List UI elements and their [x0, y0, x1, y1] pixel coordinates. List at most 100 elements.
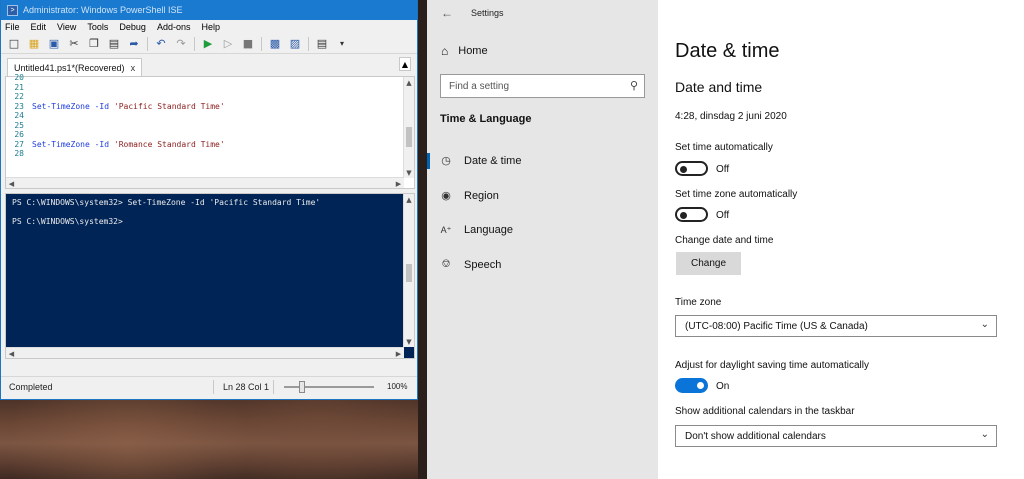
- calendars-value: Don't show additional calendars: [685, 430, 826, 442]
- microphone-icon: ⎊: [441, 258, 451, 270]
- status-separator: [273, 380, 274, 394]
- cursor-position: Ln 28 Col 1: [223, 382, 270, 392]
- section-subtitle: Date and time: [675, 79, 763, 95]
- nav-item-date-time[interactable]: ◷ Date & time: [440, 154, 521, 168]
- clear-console-icon[interactable]: ➦: [127, 37, 141, 51]
- status-separator: [213, 380, 214, 394]
- zoom-slider-track[interactable]: [284, 386, 374, 388]
- powershell-icon: >: [7, 4, 18, 16]
- menu-view[interactable]: View: [57, 22, 76, 32]
- start-powershell-icon[interactable]: ▨: [288, 37, 302, 51]
- scroll-thumb[interactable]: [406, 127, 412, 147]
- stop-icon[interactable]: ■: [241, 37, 255, 51]
- line-number: 24: [14, 111, 24, 120]
- scroll-up-icon[interactable]: ▲: [404, 194, 414, 205]
- close-icon[interactable]: x: [131, 63, 136, 73]
- timezone-value: (UTC-08:00) Pacific Time (US & Canada): [685, 320, 868, 332]
- menu-help[interactable]: Help: [201, 22, 220, 32]
- ise-title: Administrator: Windows PowerShell ISE: [23, 5, 183, 15]
- console-horizontal-scrollbar[interactable]: ◀ ▶: [6, 347, 404, 358]
- line-number: 28: [14, 149, 24, 158]
- ise-toolbar: □ ▦ ▣ ✂ ❐ ▤ ➦ ↶ ↷ ▶ ▷ ■ ▩ ▨ ▤ ▾: [1, 34, 417, 54]
- ise-status-bar: Completed Ln 28 Col 1 100%: [1, 376, 417, 396]
- settings-search-box[interactable]: Find a setting ⚲: [440, 74, 645, 98]
- menu-tools[interactable]: Tools: [87, 22, 108, 32]
- dst-state: On: [716, 381, 730, 392]
- ise-menu-bar: File Edit View Tools Debug Add-ons Help: [1, 20, 417, 34]
- zoom-slider-thumb[interactable]: [299, 381, 305, 393]
- scroll-left-icon[interactable]: ◀: [6, 178, 17, 189]
- page-title: Date & time: [675, 40, 780, 62]
- paste-icon[interactable]: ▤: [107, 37, 121, 51]
- toolbar-separator: [261, 36, 262, 51]
- scroll-left-icon[interactable]: ◀: [6, 348, 17, 359]
- editor-horizontal-scrollbar[interactable]: ◀ ▶: [6, 177, 404, 188]
- nav-home-label: Home: [458, 45, 488, 57]
- scroll-down-icon[interactable]: ▼: [404, 336, 414, 347]
- menu-edit[interactable]: Edit: [31, 22, 47, 32]
- run-selection-icon[interactable]: ▷: [221, 37, 235, 51]
- script-editor[interactable]: 20 21 22 23 Set-TimeZone -Id 'Pacific Standa…: [5, 73, 415, 189]
- scroll-up-icon[interactable]: ▲: [404, 77, 414, 88]
- toolbar-overflow-icon[interactable]: ▾: [335, 37, 349, 51]
- editor-line: 26: [6, 130, 404, 140]
- save-icon[interactable]: ▣: [47, 37, 61, 51]
- editor-line: 21: [6, 83, 404, 93]
- editor-line: 20: [6, 73, 404, 83]
- auto-time-toggle[interactable]: [675, 161, 708, 176]
- code-string: 'Romance Standard Time': [113, 139, 225, 149]
- status-text: Completed: [9, 382, 53, 392]
- back-arrow-icon[interactable]: ←: [441, 6, 453, 20]
- timezone-dropdown[interactable]: (UTC-08:00) Pacific Time (US & Canada) ⌄: [675, 315, 997, 337]
- dst-toggle[interactable]: [675, 378, 708, 393]
- current-datetime: 4:28, dinsdag 2 juni 2020: [675, 111, 787, 122]
- code-string: 'Pacific Standard Time': [113, 101, 225, 111]
- scroll-right-icon[interactable]: ▶: [393, 178, 404, 189]
- console-prompt: PS C:\WINDOWS\system32>: [12, 217, 123, 226]
- change-button[interactable]: Change: [676, 252, 741, 275]
- calendars-dropdown[interactable]: Don't show additional calendars ⌄: [675, 425, 997, 447]
- console-vertical-scrollbar[interactable]: ▲ ▼: [403, 194, 414, 347]
- cut-icon[interactable]: ✂: [67, 37, 81, 51]
- console-pane[interactable]: PS C:\WINDOWS\system32> Set-TimeZone -Id…: [5, 193, 415, 359]
- layout-icon[interactable]: ▤: [315, 37, 329, 51]
- console-output: PS C:\WINDOWS\system32> Set-TimeZone -Id…: [12, 198, 320, 227]
- scroll-right-icon[interactable]: ▶: [393, 348, 404, 359]
- line-number: 20: [14, 73, 24, 82]
- settings-app-title: Settings: [471, 8, 504, 18]
- toggle-knob: [697, 382, 704, 389]
- powershell-ise-window: > Administrator: Windows PowerShell ISE …: [0, 0, 418, 400]
- ise-title-bar[interactable]: > Administrator: Windows PowerShell ISE: [1, 0, 417, 20]
- line-number: 27: [14, 139, 24, 149]
- open-folder-icon[interactable]: ▦: [27, 37, 41, 51]
- scroll-thumb[interactable]: [406, 264, 412, 282]
- calendars-label: Show additional calendars in the taskbar: [675, 406, 855, 417]
- auto-timezone-toggle[interactable]: [675, 207, 708, 222]
- timezone-label: Time zone: [675, 297, 722, 308]
- new-file-icon[interactable]: □: [7, 37, 21, 51]
- nav-item-label: Speech: [464, 258, 502, 271]
- redo-icon[interactable]: ↷: [174, 37, 188, 51]
- home-icon: ⌂: [441, 44, 449, 58]
- console-line: PS C:\WINDOWS\system32> Set-TimeZone -Id…: [12, 198, 321, 207]
- menu-debug[interactable]: Debug: [119, 22, 146, 32]
- nav-item-region[interactable]: ◉ Region: [440, 189, 499, 203]
- undo-icon[interactable]: ↶: [154, 37, 168, 51]
- nav-home[interactable]: ⌂ Home: [441, 44, 488, 58]
- nav-item-language[interactable]: A⁺ Language: [440, 224, 513, 236]
- auto-time-label: Set time automatically: [675, 142, 773, 153]
- nav-item-speech[interactable]: ⎊ Speech: [440, 258, 502, 271]
- toggle-knob: [680, 211, 687, 219]
- remote-powershell-icon[interactable]: ▩: [268, 37, 282, 51]
- copy-icon[interactable]: ❐: [87, 37, 101, 51]
- language-icon: A⁺: [440, 224, 452, 235]
- run-script-icon[interactable]: ▶: [201, 37, 215, 51]
- search-icon[interactable]: ⚲: [630, 79, 638, 92]
- scroll-down-icon[interactable]: ▼: [404, 167, 414, 178]
- globe-icon: ◉: [441, 190, 451, 202]
- menu-file[interactable]: File: [5, 22, 20, 32]
- editor-vertical-scrollbar[interactable]: ▲ ▼: [403, 77, 414, 178]
- menu-addons[interactable]: Add-ons: [157, 22, 191, 32]
- editor-line: 22: [6, 92, 404, 102]
- chevron-up-icon[interactable]: ▲: [399, 57, 411, 71]
